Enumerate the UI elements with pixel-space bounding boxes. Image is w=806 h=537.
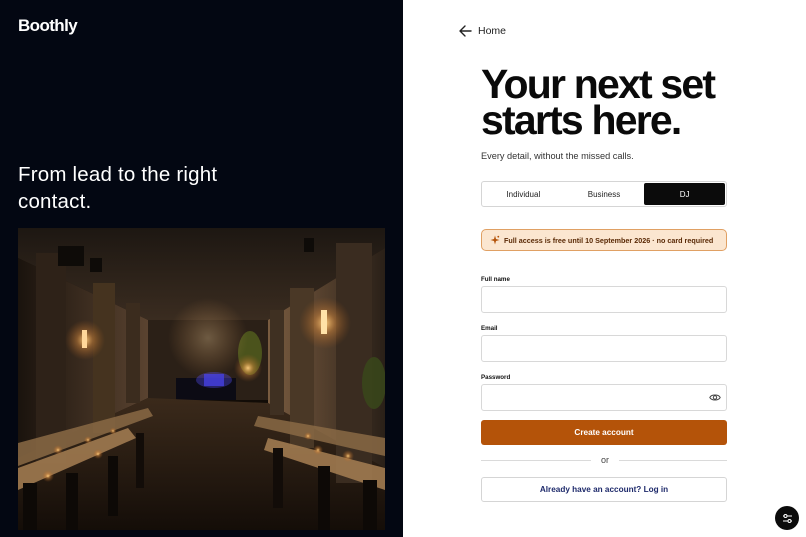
page-subtitle: Every detail, without the missed calls. bbox=[481, 151, 634, 161]
divider-right bbox=[619, 460, 727, 461]
password-label: Password bbox=[481, 374, 511, 381]
page-title: Your next set starts here. bbox=[481, 61, 716, 143]
home-link[interactable]: Home bbox=[459, 23, 506, 39]
brand-panel: Boothly From lead to the right contact. bbox=[0, 0, 403, 537]
arrow-left-icon bbox=[459, 25, 472, 37]
role-tab-individual[interactable]: Individual bbox=[483, 183, 564, 205]
role-tab-business[interactable]: Business bbox=[564, 183, 645, 205]
hero-tagline: From lead to the right contact. bbox=[18, 163, 218, 213]
settings-fab[interactable] bbox=[775, 506, 799, 530]
create-account-button[interactable]: Create account bbox=[481, 420, 727, 445]
password-input[interactable] bbox=[481, 384, 727, 411]
notice-text: Full access is free until 10 September 2… bbox=[504, 235, 714, 245]
home-label: Home bbox=[478, 25, 507, 37]
settings-sliders-icon bbox=[782, 513, 792, 523]
divider-left bbox=[481, 460, 591, 461]
email-label: Email bbox=[481, 325, 498, 332]
or-separator: or bbox=[600, 455, 609, 465]
role-selector: Individual Business DJ bbox=[481, 181, 727, 207]
brand-logo[interactable]: Boothly bbox=[18, 16, 78, 36]
email-input[interactable] bbox=[481, 335, 727, 362]
eye-icon[interactable] bbox=[709, 392, 721, 403]
restaurant-photo bbox=[18, 228, 385, 530]
login-link-button[interactable]: Already have an account? Log in bbox=[481, 477, 727, 502]
full-name-input[interactable] bbox=[481, 286, 727, 313]
sparkle-icon bbox=[490, 235, 500, 245]
role-tab-dj[interactable]: DJ bbox=[644, 183, 726, 205]
free-access-notice: Full access is free until 10 September 2… bbox=[481, 229, 727, 251]
full-name-label: Full name bbox=[481, 276, 510, 283]
